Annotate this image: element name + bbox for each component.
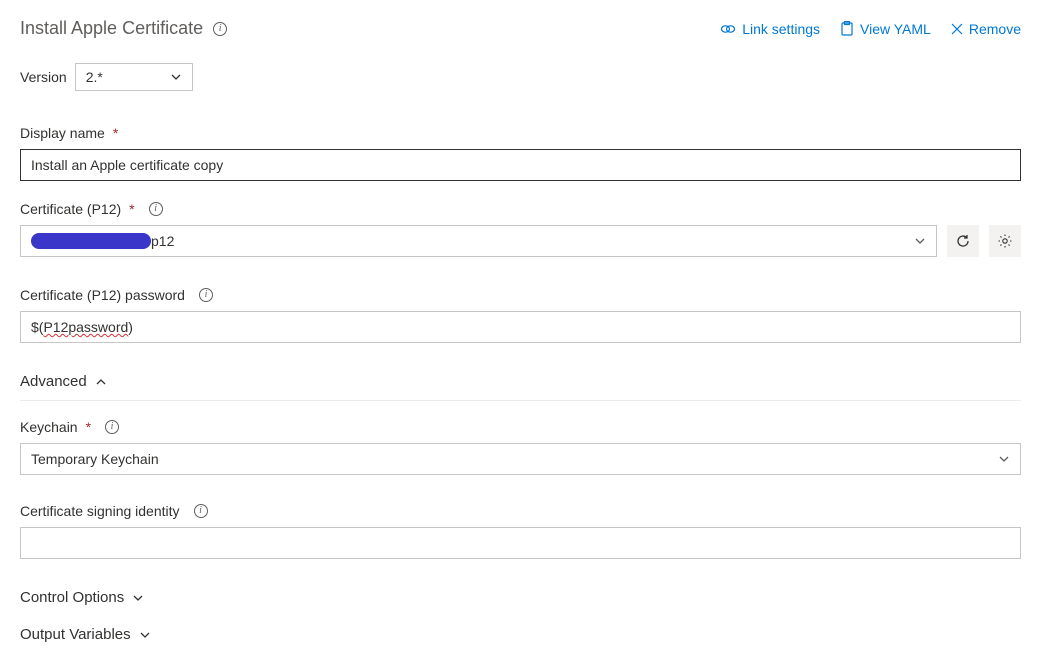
title-group: Install Apple Certificate i bbox=[20, 18, 227, 39]
certificate-p12-select[interactable]: p12 bbox=[20, 225, 937, 257]
certificate-p12-label-row: Certificate (P12) * i bbox=[20, 201, 1021, 217]
view-yaml-label: View YAML bbox=[860, 21, 931, 37]
info-icon[interactable]: i bbox=[213, 22, 227, 36]
p12-password-group: Certificate (P12) password i $(P12passwo… bbox=[20, 287, 1021, 343]
certificate-p12-group: Certificate (P12) * i p12 bbox=[20, 201, 1021, 257]
signing-identity-group: Certificate signing identity i bbox=[20, 503, 1021, 559]
keychain-label-row: Keychain * i bbox=[20, 419, 1021, 435]
settings-button[interactable] bbox=[989, 225, 1021, 257]
signing-identity-label-row: Certificate signing identity i bbox=[20, 503, 1021, 519]
page-title: Install Apple Certificate bbox=[20, 18, 203, 39]
chevron-up-icon bbox=[95, 378, 107, 386]
required-marker: * bbox=[86, 419, 91, 435]
certificate-p12-suffix: p12 bbox=[151, 233, 174, 249]
chevron-down-icon bbox=[914, 237, 926, 245]
control-options-toggle[interactable]: Control Options bbox=[20, 579, 1021, 616]
display-name-group: Display name * bbox=[20, 125, 1021, 181]
remove-label: Remove bbox=[969, 21, 1021, 37]
chevron-down-icon bbox=[170, 73, 182, 81]
clipboard-icon bbox=[840, 21, 854, 37]
chevron-down-icon bbox=[998, 455, 1010, 463]
link-settings-label: Link settings bbox=[742, 21, 820, 37]
certificate-p12-row: p12 bbox=[20, 225, 1021, 257]
output-variables-label: Output Variables bbox=[20, 626, 131, 643]
required-marker: * bbox=[129, 201, 134, 217]
version-select[interactable]: 2.* bbox=[75, 63, 193, 91]
view-yaml-button[interactable]: View YAML bbox=[840, 21, 931, 37]
remove-button[interactable]: Remove bbox=[951, 21, 1021, 37]
chevron-down-icon bbox=[132, 594, 144, 602]
info-icon[interactable]: i bbox=[105, 420, 119, 434]
display-name-label-row: Display name * bbox=[20, 125, 1021, 141]
p12-password-prefix: $( bbox=[31, 319, 43, 335]
p12-password-input[interactable]: $(P12password) bbox=[20, 311, 1021, 343]
version-value: 2.* bbox=[86, 69, 103, 85]
header-row: Install Apple Certificate i Link setting… bbox=[20, 18, 1021, 39]
info-icon[interactable]: i bbox=[199, 288, 213, 302]
version-row: Version 2.* bbox=[20, 63, 1021, 91]
p12-password-suffix: ) bbox=[128, 319, 133, 335]
display-name-input[interactable] bbox=[20, 149, 1021, 181]
refresh-icon bbox=[955, 233, 971, 249]
certificate-p12-label: Certificate (P12) bbox=[20, 201, 121, 217]
p12-password-label: Certificate (P12) password bbox=[20, 287, 185, 303]
advanced-section-toggle[interactable]: Advanced bbox=[20, 363, 1021, 401]
p12-password-label-row: Certificate (P12) password i bbox=[20, 287, 1021, 303]
redacted-content bbox=[31, 233, 151, 249]
header-actions: Link settings View YAML Remove bbox=[720, 21, 1021, 37]
link-icon bbox=[720, 22, 736, 36]
certificate-p12-value: p12 bbox=[31, 233, 174, 249]
signing-identity-label: Certificate signing identity bbox=[20, 503, 180, 519]
display-name-label: Display name bbox=[20, 125, 105, 141]
advanced-section-label: Advanced bbox=[20, 373, 87, 390]
control-options-label: Control Options bbox=[20, 589, 124, 606]
close-icon bbox=[951, 23, 963, 35]
keychain-label: Keychain bbox=[20, 419, 78, 435]
version-label: Version bbox=[20, 69, 67, 85]
info-icon[interactable]: i bbox=[149, 202, 163, 216]
gear-icon bbox=[997, 233, 1013, 249]
required-marker: * bbox=[113, 125, 118, 141]
p12-password-mid: P12password bbox=[43, 319, 128, 335]
chevron-down-icon bbox=[139, 631, 151, 639]
output-variables-toggle[interactable]: Output Variables bbox=[20, 616, 1021, 653]
keychain-group: Keychain * i Temporary Keychain bbox=[20, 419, 1021, 475]
signing-identity-input[interactable] bbox=[20, 527, 1021, 559]
keychain-select[interactable]: Temporary Keychain bbox=[20, 443, 1021, 475]
info-icon[interactable]: i bbox=[194, 504, 208, 518]
link-settings-button[interactable]: Link settings bbox=[720, 21, 820, 37]
keychain-value: Temporary Keychain bbox=[31, 451, 159, 467]
refresh-button[interactable] bbox=[947, 225, 979, 257]
